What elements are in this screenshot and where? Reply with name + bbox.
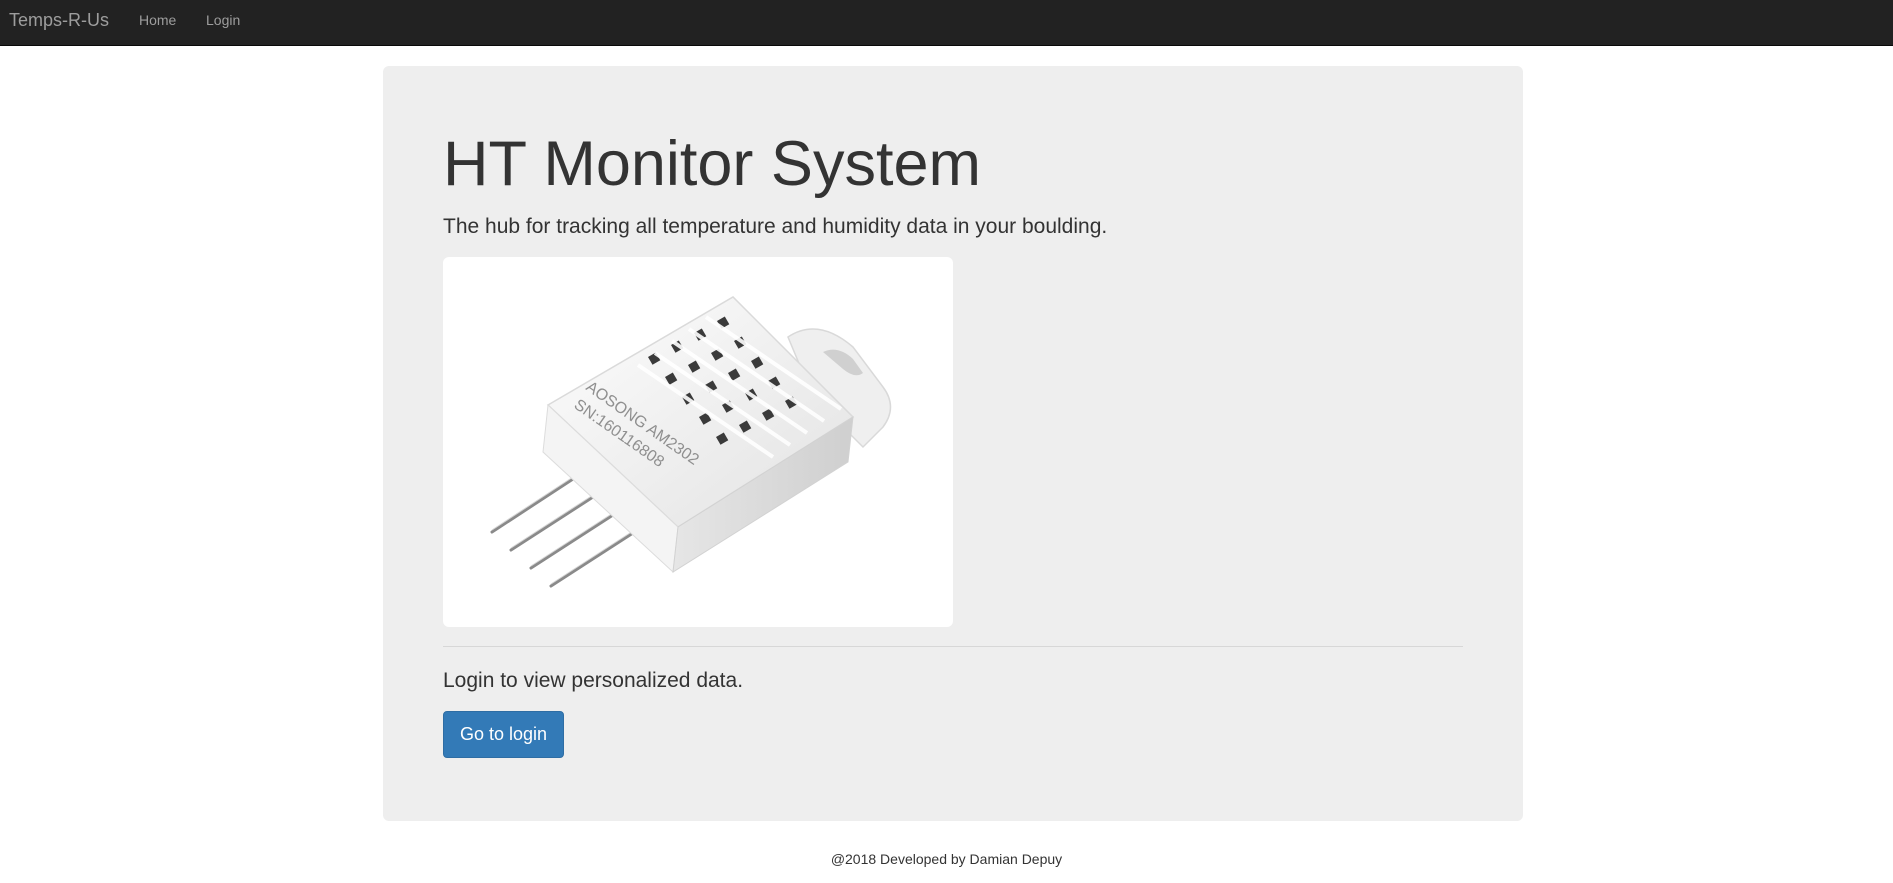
lead-text: The hub for tracking all temperature and… xyxy=(443,215,1108,238)
divider xyxy=(443,646,1463,647)
login-prompt: Login to view personalized data. xyxy=(443,669,744,692)
go-to-login-button[interactable]: Go to login xyxy=(443,711,564,758)
sensor-image: AOSONG AM2302 SN:160116808 xyxy=(443,257,953,627)
brand-link[interactable]: Temps-R-Us xyxy=(9,0,109,46)
footer-credit: @2018 Developed by Damian Depuy xyxy=(830,851,1063,867)
page-title: HT Monitor System xyxy=(443,129,981,199)
jumbotron: HT Monitor System The hub for tracking a… xyxy=(383,66,1523,821)
nav-link-home[interactable]: Home xyxy=(139,0,176,46)
nav-link-login[interactable]: Login xyxy=(206,0,240,46)
sensor-illustration: AOSONG AM2302 SN:160116808 xyxy=(490,296,892,588)
top-navbar: Temps-R-Us Home Login xyxy=(0,0,1893,46)
